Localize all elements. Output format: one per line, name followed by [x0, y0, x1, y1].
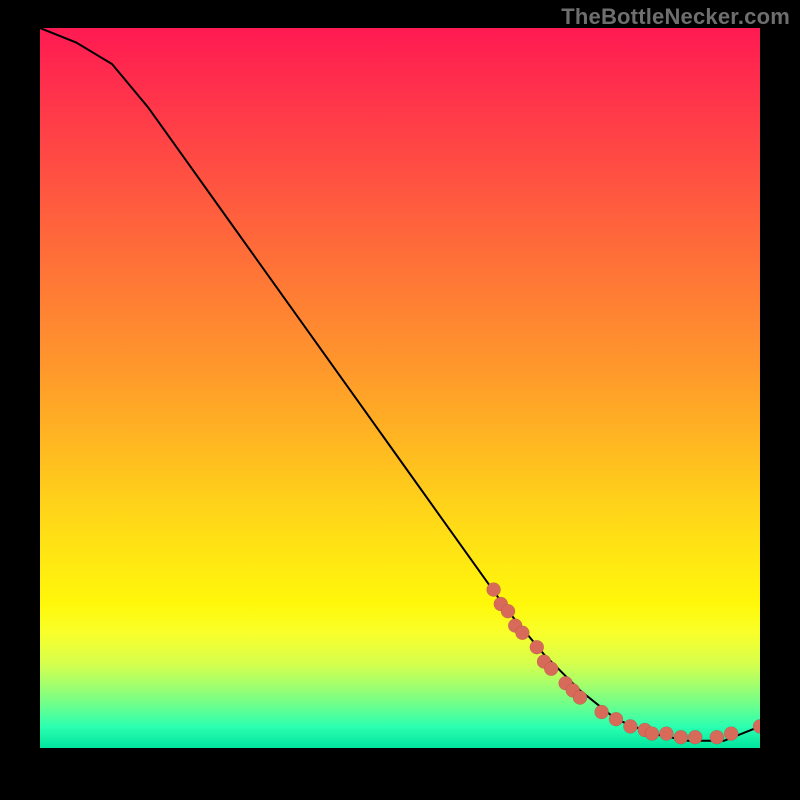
highlight-dot — [530, 640, 544, 654]
bottleneck-curve — [40, 28, 760, 741]
highlight-dot — [609, 712, 623, 726]
highlight-dot — [724, 727, 738, 741]
curve-overlay — [40, 28, 760, 748]
highlight-dot — [710, 730, 724, 744]
highlight-dot — [753, 719, 760, 733]
highlight-dot — [501, 604, 515, 618]
highlight-dot — [645, 727, 659, 741]
highlight-dot — [623, 719, 637, 733]
highlight-dot — [659, 727, 673, 741]
highlight-dot — [515, 626, 529, 640]
highlight-dot — [544, 662, 558, 676]
highlight-dot — [573, 691, 587, 705]
highlight-dot — [487, 583, 501, 597]
chart-frame: TheBottleNecker.com — [0, 0, 800, 800]
highlight-dot — [688, 730, 702, 744]
highlight-dot — [595, 705, 609, 719]
highlight-dots-group — [487, 583, 760, 745]
watermark-text: TheBottleNecker.com — [561, 4, 790, 30]
highlight-dot — [674, 730, 688, 744]
